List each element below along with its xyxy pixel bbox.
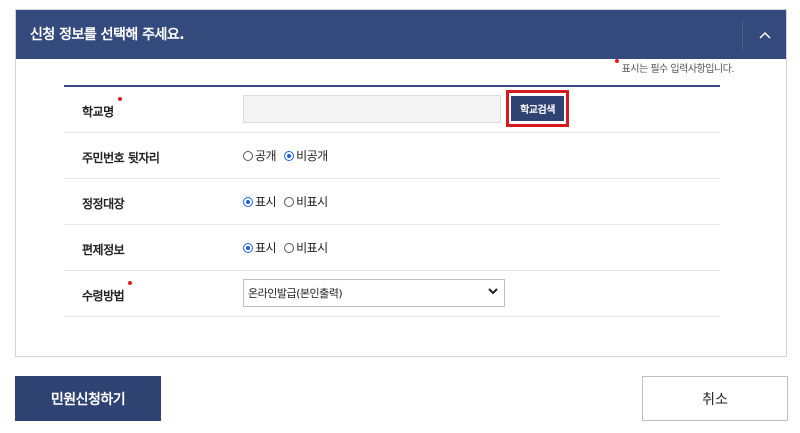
chevron-down-icon xyxy=(488,288,498,295)
correction-ledger-radio-group: 표시 비표시 xyxy=(243,193,336,210)
radio-hide-label: 비표시 xyxy=(296,195,328,209)
radio-checked-icon xyxy=(284,150,295,161)
radio-unchecked-icon xyxy=(284,196,295,207)
radio-show-label: 표시 xyxy=(255,241,277,255)
radio-unchecked-icon xyxy=(284,242,295,253)
panel-header: 신청 정보를 선택해 주세요. xyxy=(16,10,786,59)
receipt-method-label-text: 수령방법 xyxy=(82,289,125,303)
receipt-method-select[interactable]: 온라인발급(본인출력) xyxy=(243,279,505,307)
receipt-method-label: 수령방법 xyxy=(82,281,133,304)
required-dot-icon xyxy=(614,59,619,63)
radio-show[interactable]: 표시 xyxy=(243,193,277,210)
radio-unchecked-icon xyxy=(243,150,253,161)
collapse-button[interactable] xyxy=(743,10,786,59)
panel-title: 신청 정보를 선택해 주세요. xyxy=(30,27,185,43)
school-input[interactable] xyxy=(243,95,501,123)
correction-ledger-label: 정정대장 xyxy=(82,197,125,211)
radio-show[interactable]: 표시 xyxy=(243,239,277,256)
school-search-button[interactable]: 학교검색 xyxy=(511,96,564,121)
school-label: 학교명 xyxy=(82,97,122,120)
radio-hide[interactable]: 비표시 xyxy=(284,239,328,256)
chevron-up-icon xyxy=(758,31,771,39)
required-note: 표시는 필수 입력사항입니다. xyxy=(614,59,735,75)
id-suffix-label: 주민번호 뒷자리 xyxy=(82,151,160,165)
radio-hide-label: 비표시 xyxy=(296,241,328,255)
required-note-text: 표시는 필수 입력사항입니다. xyxy=(621,64,735,75)
cancel-button[interactable]: 취소 xyxy=(642,376,788,421)
radio-checked-icon xyxy=(243,196,253,207)
required-dot-icon xyxy=(117,97,122,101)
school-label-text: 학교명 xyxy=(82,105,114,119)
radio-private[interactable]: 비공개 xyxy=(284,147,328,164)
row-id-suffix: 주민번호 뒷자리 공개 비공개 xyxy=(64,133,720,179)
search-button-highlight: 학교검색 xyxy=(506,90,569,127)
radio-checked-icon xyxy=(243,242,253,253)
radio-public-label: 공개 xyxy=(255,149,277,163)
radio-private-label: 비공개 xyxy=(296,149,328,163)
radio-public[interactable]: 공개 xyxy=(243,147,277,164)
transfer-info-label: 편제정보 xyxy=(82,243,125,257)
transfer-info-radio-group: 표시 비표시 xyxy=(243,239,336,256)
required-dot-icon xyxy=(128,281,133,285)
submit-application-button[interactable]: 민원신청하기 xyxy=(15,376,161,421)
id-suffix-radio-group: 공개 비공개 xyxy=(243,147,336,164)
row-transfer-info: 편제정보 표시 비표시 xyxy=(64,225,720,271)
receipt-method-selected: 온라인발급(본인출력) xyxy=(248,287,343,300)
row-receipt-method: 수령방법 온라인발급(본인출력) xyxy=(64,271,720,317)
radio-show-label: 표시 xyxy=(255,195,277,209)
row-correction-ledger: 정정대장 표시 비표시 xyxy=(64,179,720,225)
row-school: 학교명 학교검색 xyxy=(64,87,720,133)
radio-hide[interactable]: 비표시 xyxy=(284,193,328,210)
